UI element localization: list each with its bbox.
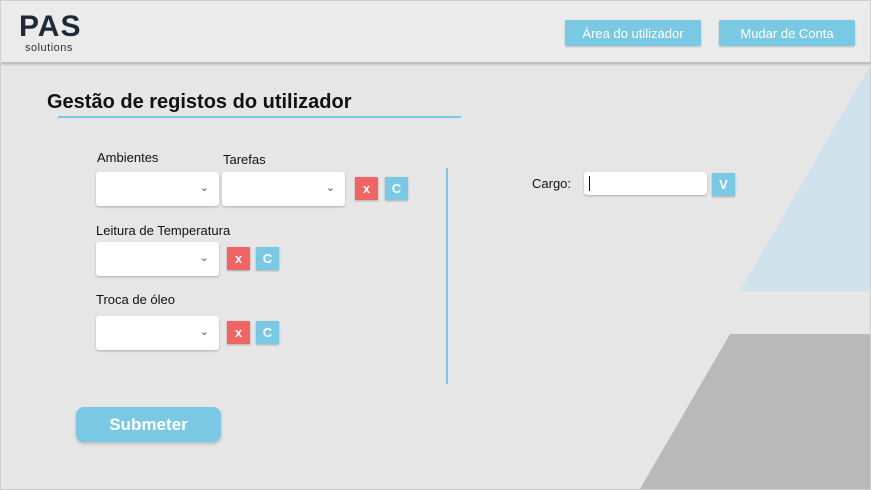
pas-logo: PAS solutions xyxy=(19,11,99,57)
decorative-blue-shape xyxy=(740,66,870,291)
tarefas-label: Tarefas xyxy=(223,152,266,167)
confirm-cargo-button[interactable]: V xyxy=(712,173,735,196)
cargo-input[interactable] xyxy=(584,172,707,195)
ambientes-select[interactable]: ⌄ xyxy=(96,172,219,206)
troca-oleo-label: Troca de óleo xyxy=(96,292,176,307)
remove-leitura-button[interactable]: x xyxy=(227,247,250,270)
title-underline xyxy=(58,116,461,118)
chevron-down-icon: ⌄ xyxy=(325,182,335,194)
tarefas-select[interactable]: ⌄ xyxy=(222,172,345,206)
vertical-divider xyxy=(446,168,448,384)
leitura-temperatura-select[interactable]: ⌄ xyxy=(96,242,219,276)
logo-sub-text: solutions xyxy=(25,42,73,54)
app-window: PAS solutions Área do utilizador Mudar d… xyxy=(0,0,871,490)
leitura-temperatura-label: Leitura de Temperatura xyxy=(96,223,231,238)
logo-main-text: PAS xyxy=(19,10,82,43)
chevron-down-icon: ⌄ xyxy=(199,182,209,194)
chevron-down-icon: ⌄ xyxy=(199,326,209,338)
chevron-down-icon: ⌄ xyxy=(199,252,209,264)
decorative-gray-shape xyxy=(640,334,870,489)
page-title: Gestão de registos do utilizador xyxy=(47,91,352,113)
confirm-troca-button[interactable]: C xyxy=(256,321,279,344)
confirm-tarefa-button[interactable]: C xyxy=(385,177,408,200)
troca-oleo-select[interactable]: ⌄ xyxy=(96,316,219,350)
cargo-label: Cargo: xyxy=(532,176,572,191)
switch-account-button[interactable]: Mudar de Conta xyxy=(719,20,855,46)
text-caret xyxy=(589,176,590,191)
remove-tarefa-button[interactable]: x xyxy=(355,177,378,200)
confirm-leitura-button[interactable]: C xyxy=(256,247,279,270)
user-area-button[interactable]: Área do utilizador xyxy=(565,20,701,46)
ambientes-label: Ambientes xyxy=(97,150,159,165)
submit-button[interactable]: Submeter xyxy=(76,407,221,442)
remove-troca-button[interactable]: x xyxy=(227,321,250,344)
top-header: PAS solutions Área do utilizador Mudar d… xyxy=(1,1,870,64)
